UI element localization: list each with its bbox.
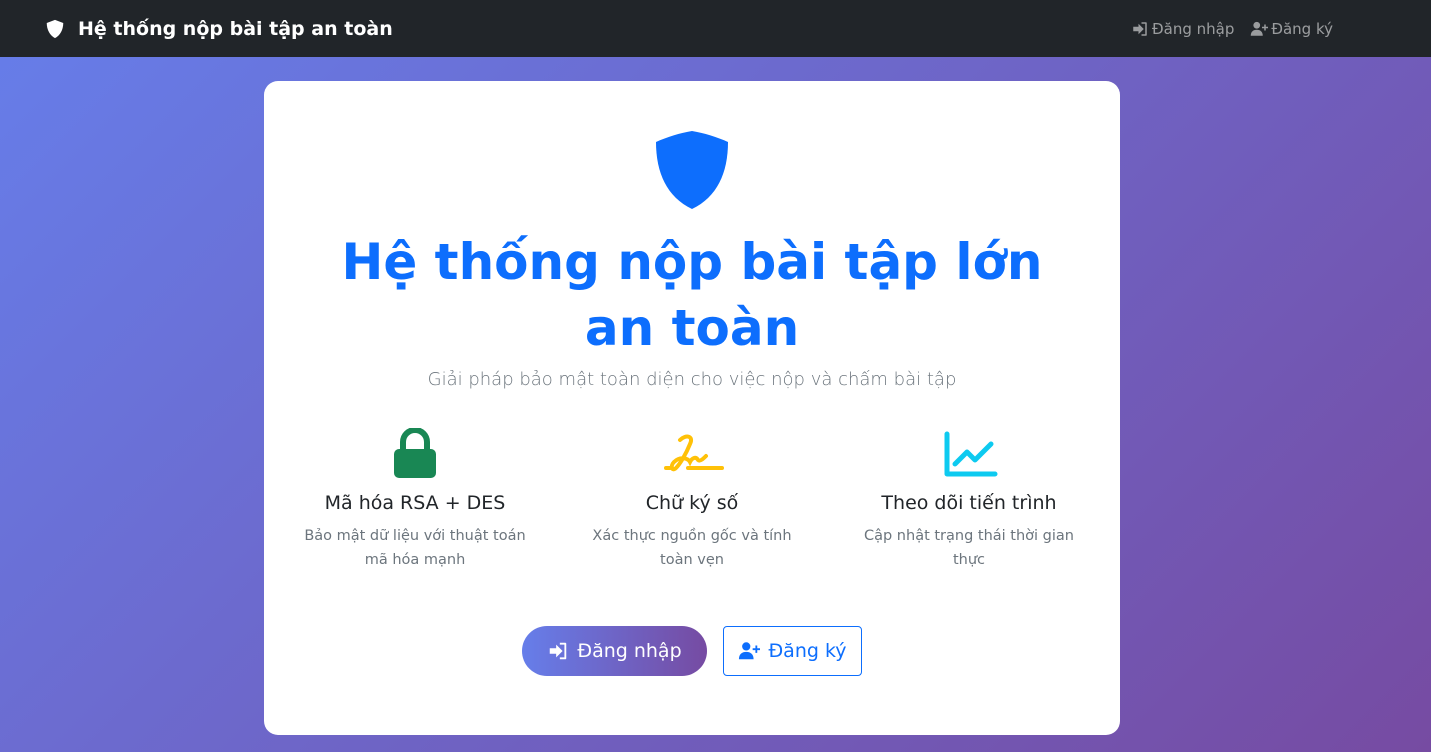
- navbar-brand[interactable]: Hệ thống nộp bài tập an toàn: [44, 18, 393, 40]
- feature-desc: Xác thực nguồn gốc và tính toàn vẹn: [592, 528, 792, 568]
- nav-login-label: Đăng nhập: [1152, 19, 1235, 38]
- nav-register-label: Đăng ký: [1271, 19, 1333, 38]
- register-button[interactable]: Đăng ký: [723, 626, 862, 676]
- shield-icon: [46, 19, 64, 38]
- user-plus-icon: [1251, 21, 1269, 36]
- feature-encryption: Mã hóa RSA + DES Bảo mật dữ liệu với thu…: [300, 428, 530, 572]
- register-button-label: Đăng ký: [768, 640, 847, 662]
- chart-line-icon: [944, 431, 998, 477]
- login-button[interactable]: Đăng nhập: [522, 626, 707, 676]
- page-title: Hệ thống nộp bài tập lớn an toàn: [341, 233, 1043, 357]
- nav-links: Đăng nhập Đăng ký: [1131, 20, 1333, 38]
- user-plus-icon: [739, 642, 761, 660]
- cta-buttons: Đăng nhập Đăng ký: [522, 626, 862, 676]
- feature-desc: Bảo mật dữ liệu với thuật toán mã hóa mạ…: [304, 528, 526, 568]
- lock-icon: [394, 428, 436, 478]
- nav-register-link[interactable]: Đăng ký: [1250, 20, 1333, 38]
- features-row: Mã hóa RSA + DES Bảo mật dữ liệu với thu…: [300, 428, 1084, 572]
- page-subtitle: Giải pháp bảo mật toàn diện cho việc nộp…: [427, 369, 957, 390]
- hero-card: Hệ thống nộp bài tập lớn an toàn Giải ph…: [264, 81, 1120, 735]
- brand-text: Hệ thống nộp bài tập an toàn: [78, 17, 393, 40]
- sign-in-icon: [1133, 21, 1147, 36]
- login-button-label: Đăng nhập: [577, 640, 682, 662]
- feature-title: Chữ ký số: [645, 492, 739, 514]
- navbar: Hệ thống nộp bài tập an toàn Đăng nhập Đ…: [0, 0, 1431, 57]
- nav-login-link[interactable]: Đăng nhập: [1131, 20, 1234, 38]
- feature-title: Mã hóa RSA + DES: [324, 492, 506, 514]
- signature-icon: [664, 434, 724, 472]
- feature-title: Theo dõi tiến trình: [881, 492, 1057, 514]
- feature-desc: Cập nhật trạng thái thời gian thực: [863, 528, 1074, 568]
- sign-in-icon: [550, 642, 567, 660]
- feature-tracking: Theo dõi tiến trình Cập nhật trạng thái …: [854, 428, 1084, 572]
- feature-signature: Chữ ký số Xác thực nguồn gốc và tính toà…: [577, 428, 807, 572]
- shield-icon: [656, 131, 728, 209]
